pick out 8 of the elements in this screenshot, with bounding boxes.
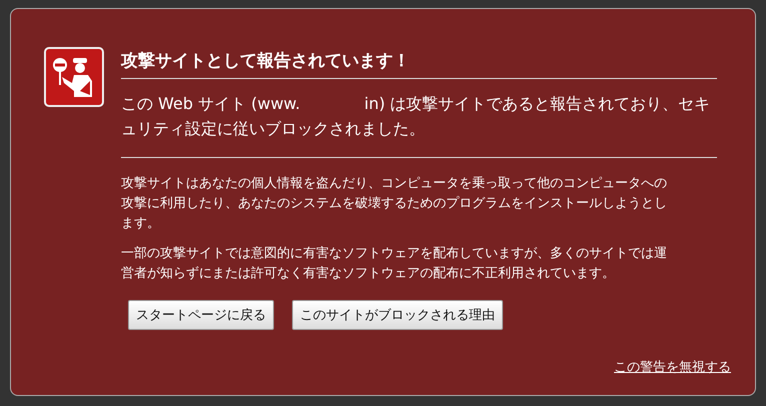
explanation-text: 一部の攻撃サイトでは意図的に有害なソフトウェアを配布していますが、多くのサイトでは運営者が知らずにまたは許可なく有害なソフトウェアの配布に不正利用されています。 xyxy=(121,245,668,283)
blocked-message: この Web サイト (www. in) は攻撃サイトであると報告されており、セキュリティ設定に従いブロックされました。 xyxy=(121,91,717,158)
warning-title: 攻撃サイトとして報告されています！ xyxy=(121,47,717,79)
officer-stop-sign-icon xyxy=(44,47,104,107)
ignore-warning-link[interactable]: この警告を無視する xyxy=(614,358,731,376)
reason-button[interactable]: このサイトがブロックされる理由 xyxy=(292,300,503,330)
start-page-button[interactable]: スタートページに戻る xyxy=(128,300,274,330)
explanation-text: 攻撃サイトはあなたの個人情報を盗んだり、コンピュータを乗っ取って他のコンピュータへの攻撃に利用したり、あなたのシステムを破壊するためのプログラムをインストールしようとします。 xyxy=(121,175,668,233)
